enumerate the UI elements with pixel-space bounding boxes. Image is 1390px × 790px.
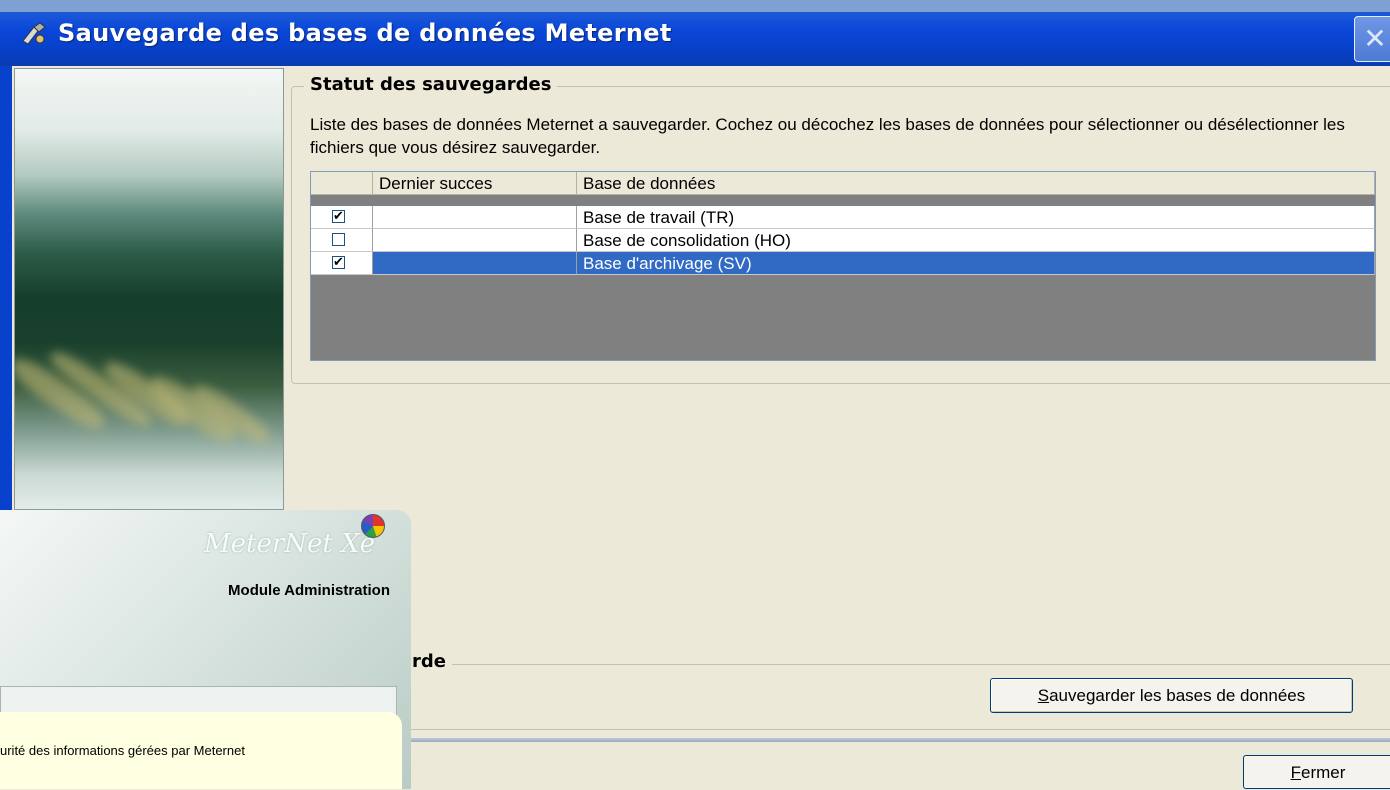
backup-group-title: rde xyxy=(406,651,452,672)
row-database-name: Base de travail (TR) xyxy=(577,206,1375,229)
close-button[interactable]: Fermer xyxy=(1243,755,1390,789)
save-databases-button[interactable]: Sauvegarder les bases de données xyxy=(990,678,1353,713)
row-check-cell xyxy=(311,206,373,229)
grid-header-database[interactable]: Base de données xyxy=(577,172,1375,195)
module-label: Module Administration xyxy=(228,582,390,599)
grid-header-check[interactable] xyxy=(311,172,373,195)
table-row[interactable]: Base de consolidation (HO) xyxy=(311,229,1375,252)
color-wheel-icon xyxy=(361,514,385,538)
grid-header-row: Dernier succes Base de données xyxy=(311,172,1375,195)
row-last-success xyxy=(373,206,577,229)
database-grid[interactable]: Dernier succes Base de données Base de t… xyxy=(310,171,1376,361)
side-banner-image xyxy=(14,68,284,510)
save-button-accel: S xyxy=(1037,686,1050,705)
row-check-cell xyxy=(311,229,373,252)
row-last-success xyxy=(373,229,577,252)
close-button-label: ermer xyxy=(1300,763,1346,782)
splash-info-text: urité des informations gérées par Metern… xyxy=(0,743,245,758)
row-database-name: Base de consolidation (HO) xyxy=(577,229,1375,252)
app-icon xyxy=(22,22,46,45)
row-database-name: Base d'archivage (SV) xyxy=(577,252,1375,275)
row-check-cell xyxy=(311,252,373,275)
meternet-logo: MeterNet Xe xyxy=(204,529,376,559)
status-description: Liste des bases de données Meternet a sa… xyxy=(310,115,1345,157)
close-button-accel: F xyxy=(1290,763,1301,782)
row-checkbox[interactable] xyxy=(332,254,345,270)
row-checkbox[interactable] xyxy=(332,208,345,224)
grid-header-last-success[interactable]: Dernier succes xyxy=(373,172,577,195)
close-window-button[interactable]: ✕ xyxy=(1354,16,1390,62)
footer-separator xyxy=(282,738,1390,742)
row-checkbox[interactable] xyxy=(332,233,345,246)
table-row-selected[interactable]: Base d'archivage (SV) xyxy=(311,252,1375,275)
status-group-title: Statut des sauvegardes xyxy=(304,74,558,95)
save-button-label: auvegarder les bases de données xyxy=(1049,686,1306,705)
window-title: Sauvegarde des bases de données Meternet xyxy=(58,19,672,47)
table-row[interactable]: Base de travail (TR) xyxy=(311,206,1375,229)
row-last-success xyxy=(373,252,577,275)
